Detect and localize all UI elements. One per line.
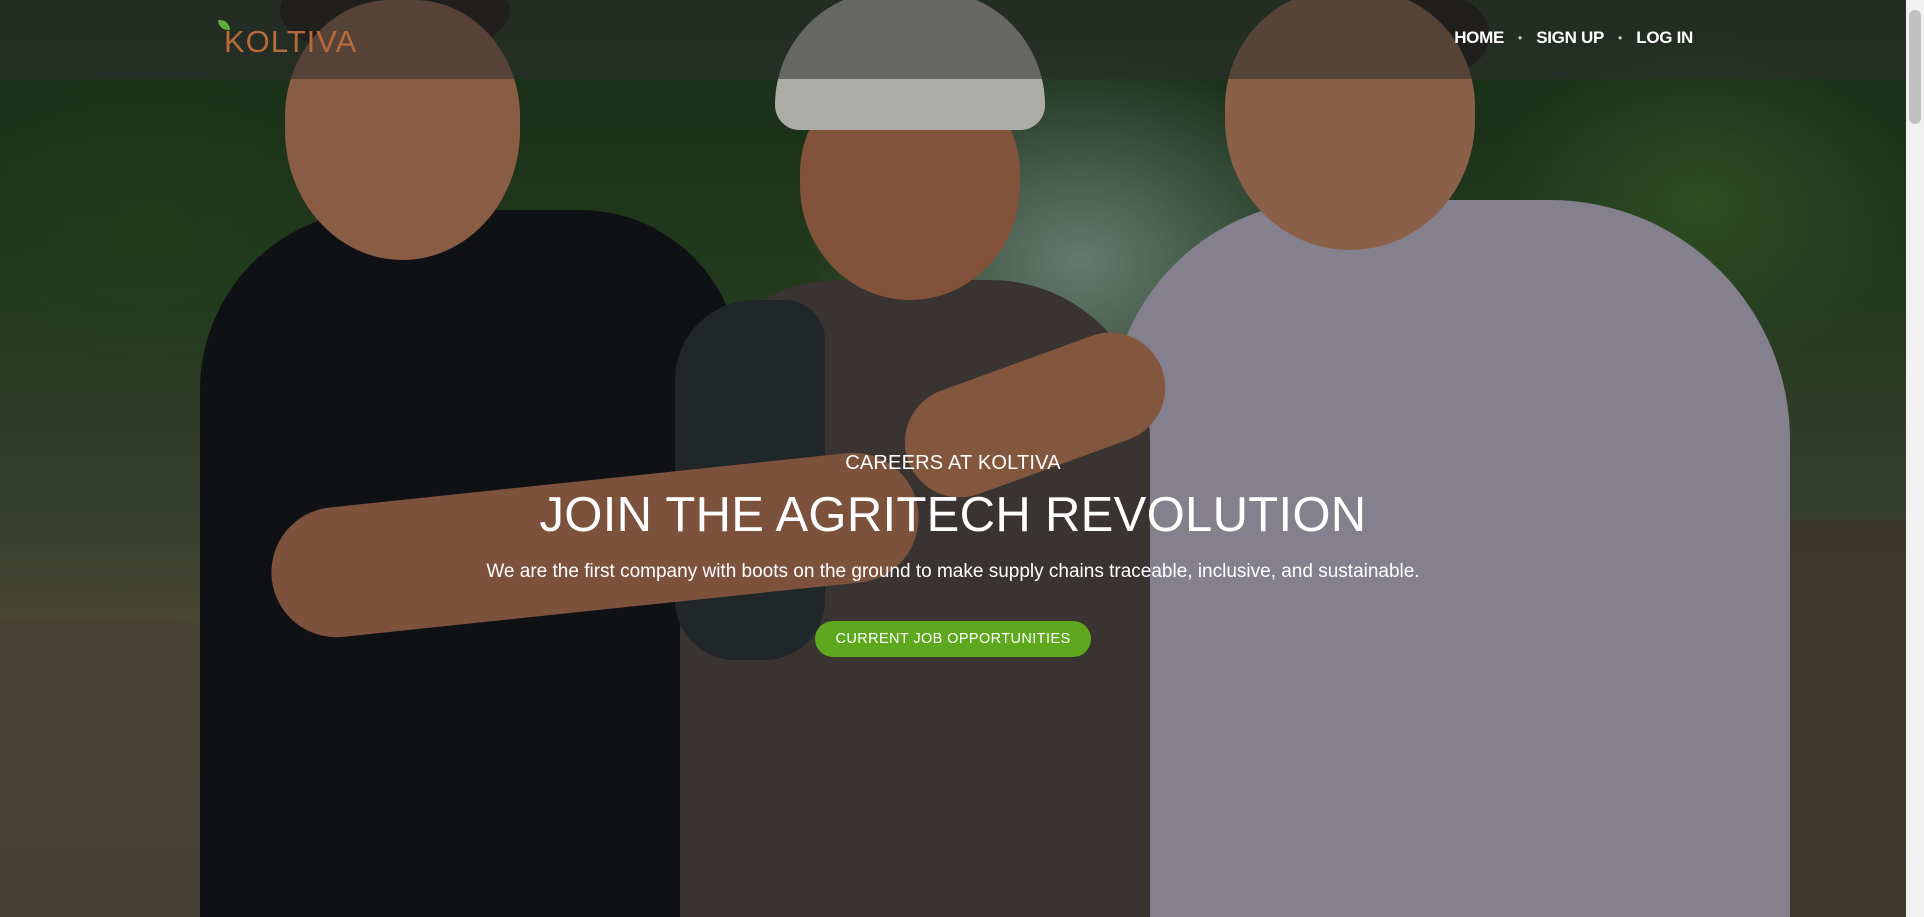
- scrollbar-thumb[interactable]: [1909, 10, 1921, 124]
- hero-eyebrow: CAREERS AT KOLTIVA: [845, 452, 1061, 474]
- nav-separator: •: [1618, 31, 1623, 45]
- page-scrollbar[interactable]: [1906, 0, 1924, 917]
- main-nav: HOME • SIGN UP • LOG IN: [1454, 28, 1693, 48]
- hero-subheadline: We are the first company with boots on t…: [486, 561, 1420, 582]
- job-opportunities-button[interactable]: CURRENT JOB OPPORTUNITIES: [815, 621, 1091, 657]
- nav-separator: •: [1518, 31, 1523, 45]
- hero-banner: CAREERS AT KOLTIVA JOIN THE AGRITECH REV…: [0, 0, 1906, 917]
- nav-login-link[interactable]: LOG IN: [1636, 28, 1693, 48]
- hero-headline: JOIN THE AGRITECH REVOLUTION: [539, 488, 1367, 542]
- top-navigation-bar: KOLTIVA HOME • SIGN UP • LOG IN: [0, 0, 1906, 79]
- nav-signup-link[interactable]: SIGN UP: [1536, 28, 1604, 48]
- nav-home-link[interactable]: HOME: [1454, 28, 1504, 48]
- logo-text: KOLTIVA: [224, 24, 358, 59]
- hero-content: CAREERS AT KOLTIVA JOIN THE AGRITECH REV…: [0, 452, 1906, 657]
